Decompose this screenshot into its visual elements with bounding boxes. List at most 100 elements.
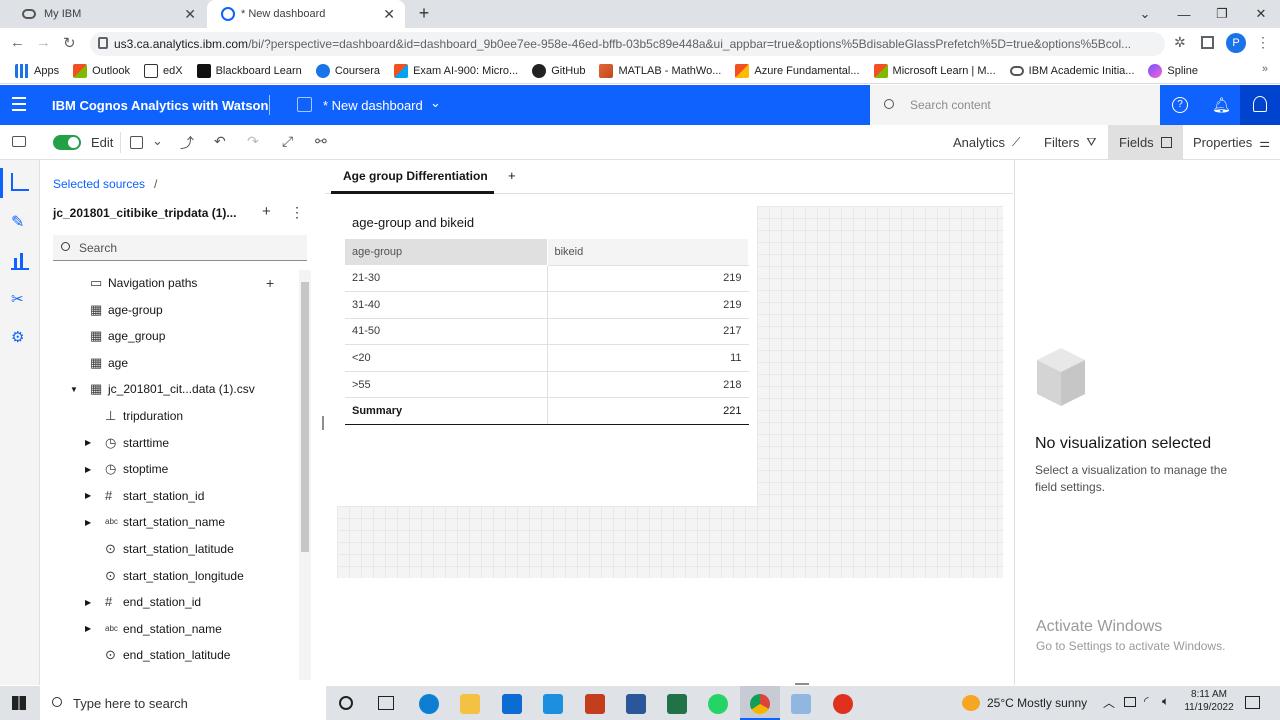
summary-row[interactable]: Summary 221 (345, 397, 749, 426)
volume-icon[interactable]: 🔈︎ (1162, 694, 1169, 709)
powerpoint-icon[interactable] (585, 694, 605, 714)
add-navigation-path-icon[interactable]: + (266, 275, 274, 291)
add-source-icon[interactable]: + (262, 203, 271, 220)
edge-icon[interactable] (419, 694, 439, 714)
tree-item[interactable]: ⊙ end_station_latitude (40, 642, 300, 668)
tab-search-icon[interactable]: ⌄ (1126, 0, 1164, 28)
dashboard-name[interactable]: * New dashboard (323, 98, 423, 113)
tree-item[interactable]: ▶ ◷ starttime (40, 430, 300, 456)
scrollbar-thumb[interactable] (301, 282, 309, 552)
bookmark-exam[interactable]: Exam AI-900: Micro... (387, 63, 525, 78)
weather-text[interactable]: 25°C Mostly sunny (987, 696, 1087, 710)
menu-kebab-icon[interactable]: ⋮ (1256, 34, 1270, 51)
table-row[interactable]: 21-30 219 (345, 265, 749, 293)
table-row[interactable]: 31-40 219 (345, 291, 749, 319)
panel-resize-handle[interactable] (322, 416, 324, 430)
column-header-bikeid[interactable]: bikeid (547, 239, 749, 266)
tree-item[interactable]: ▼ ▦ jc_201801_cit...data (1).csv (40, 376, 300, 402)
windows-start-icon[interactable] (12, 696, 26, 710)
store-icon[interactable] (502, 694, 522, 714)
whatsapp-icon[interactable] (708, 694, 728, 714)
caret-right-icon[interactable]: ▶ (85, 491, 91, 500)
task-view-icon[interactable] (378, 696, 394, 710)
filters-button[interactable]: Filters ⛛ (1044, 125, 1096, 160)
bookmark-outlook[interactable]: Outlook (66, 63, 137, 78)
chrome-taskbar-button[interactable] (740, 686, 780, 720)
wifi-icon[interactable]: ◜ (1144, 694, 1149, 708)
tree-item[interactable]: ▶ # start_station_id (40, 483, 300, 509)
close-tab-icon[interactable]: ✕ (184, 6, 196, 23)
file-explorer-icon[interactable] (460, 694, 480, 714)
tree-item[interactable]: ⊥ tripduration (40, 403, 300, 429)
pin-icon[interactable]: ✎ (11, 212, 29, 231)
bookmark-matlab[interactable]: MATLAB - MathWo... (592, 63, 728, 78)
sidebar-icon[interactable] (1201, 36, 1214, 49)
cortana-icon[interactable] (339, 696, 353, 710)
breadcrumb-selected-sources[interactable]: Selected sources (53, 177, 145, 191)
bookmark-github[interactable]: GitHub (525, 63, 592, 78)
close-tab-icon[interactable]: ✕ (383, 6, 395, 23)
tree-item[interactable]: ⊙ start_station_longitude (40, 563, 300, 589)
tree-item[interactable]: ▦ age (40, 350, 300, 376)
battery-icon[interactable] (1124, 697, 1136, 707)
notepad-icon[interactable] (791, 694, 811, 714)
back-icon[interactable]: ← (10, 34, 25, 51)
expand-icon[interactable]: ⤢ (282, 133, 293, 150)
bookmark-apps[interactable]: Apps (8, 63, 66, 78)
table-row[interactable]: 41-50 217 (345, 318, 749, 346)
more-bookmarks-icon[interactable]: » (1262, 63, 1268, 75)
canvas-resize-handle[interactable] (795, 683, 809, 685)
comment-icon[interactable] (12, 136, 26, 147)
visualizations-icon[interactable] (11, 252, 29, 270)
caret-right-icon[interactable]: ▶ (85, 598, 91, 607)
add-tab-button[interactable]: + (508, 168, 516, 183)
overflow-menu-icon[interactable]: ⋮ (290, 204, 304, 221)
widgets-icon[interactable]: ✂ (11, 290, 29, 308)
forward-icon[interactable]: → (36, 34, 51, 51)
caret-right-icon[interactable]: ▶ (85, 624, 91, 633)
notifications-bell-icon[interactable]: 🔔︎ (1212, 96, 1231, 114)
table-widget[interactable]: age-group and bikeid age-group bikeid 21… (337, 206, 757, 506)
clock[interactable]: 8:11 AM 11/19/2022 (1184, 689, 1234, 713)
caret-right-icon[interactable]: ▶ (85, 465, 91, 474)
tree-item[interactable]: ▦ age-group (40, 297, 300, 323)
minimize-icon[interactable]: — (1165, 0, 1203, 28)
recorder-icon[interactable] (833, 694, 853, 714)
analytics-button[interactable]: Analytics ⟋ (953, 125, 1020, 160)
tab-age-group-differentiation[interactable]: Age group Differentiation (331, 160, 494, 194)
fields-button[interactable]: Fields (1108, 125, 1183, 160)
maximize-icon[interactable]: ❐ (1203, 0, 1241, 28)
bookmark-azure[interactable]: Azure Fundamental... (728, 63, 866, 78)
save-icon[interactable] (130, 136, 143, 149)
tree-item[interactable]: ▶ # end_station_id (40, 589, 300, 615)
new-tab-icon[interactable]: + (414, 4, 434, 24)
browser-tab-my-ibm[interactable]: My IBM ✕ (8, 0, 206, 28)
save-chevron-down-icon[interactable]: ⌄ (152, 133, 163, 149)
tree-item[interactable]: ▶ ◷ stoptime (40, 456, 300, 482)
table-row[interactable]: >55 218 (345, 371, 749, 399)
taskbar-search-input[interactable]: Type here to search (40, 686, 326, 720)
url-field[interactable]: us3.ca.analytics.ibm.com/bi/?perspective… (90, 32, 1165, 56)
mail-icon[interactable] (543, 694, 563, 714)
redo-icon[interactable]: ↷ (247, 133, 259, 150)
caret-right-icon[interactable]: ▶ (85, 438, 91, 447)
bookmark-edx[interactable]: edX (137, 63, 190, 78)
hamburger-menu-icon[interactable] (12, 97, 26, 111)
bookmark-blackboard[interactable]: Blackboard Learn (190, 63, 309, 78)
user-account-button[interactable] (1240, 85, 1280, 125)
bookmark-mslearn[interactable]: Microsoft Learn | M... (867, 63, 1003, 78)
profile-avatar[interactable]: P (1226, 33, 1246, 53)
sources-icon[interactable] (11, 173, 29, 191)
assistant-icon[interactable]: ⚙ (11, 328, 29, 346)
bookmark-coursera[interactable]: Coursera (309, 63, 387, 78)
tree-item[interactable]: ▦ age_group (40, 323, 300, 349)
share-icon[interactable]: ⤴ (180, 133, 194, 153)
chevron-up-icon[interactable]: ︿ (1103, 694, 1115, 711)
undo-icon[interactable]: ↶ (214, 133, 226, 150)
edit-toggle[interactable] (53, 135, 81, 150)
search-content-input[interactable]: Search content (870, 85, 1160, 125)
browser-tab-new-dashboard[interactable]: * New dashboard ✕ (207, 0, 405, 28)
reload-icon[interactable]: ↻ (63, 34, 76, 52)
bookmark-spline[interactable]: Spline (1141, 63, 1205, 78)
drill-icon[interactable]: ⚯ (315, 133, 327, 150)
